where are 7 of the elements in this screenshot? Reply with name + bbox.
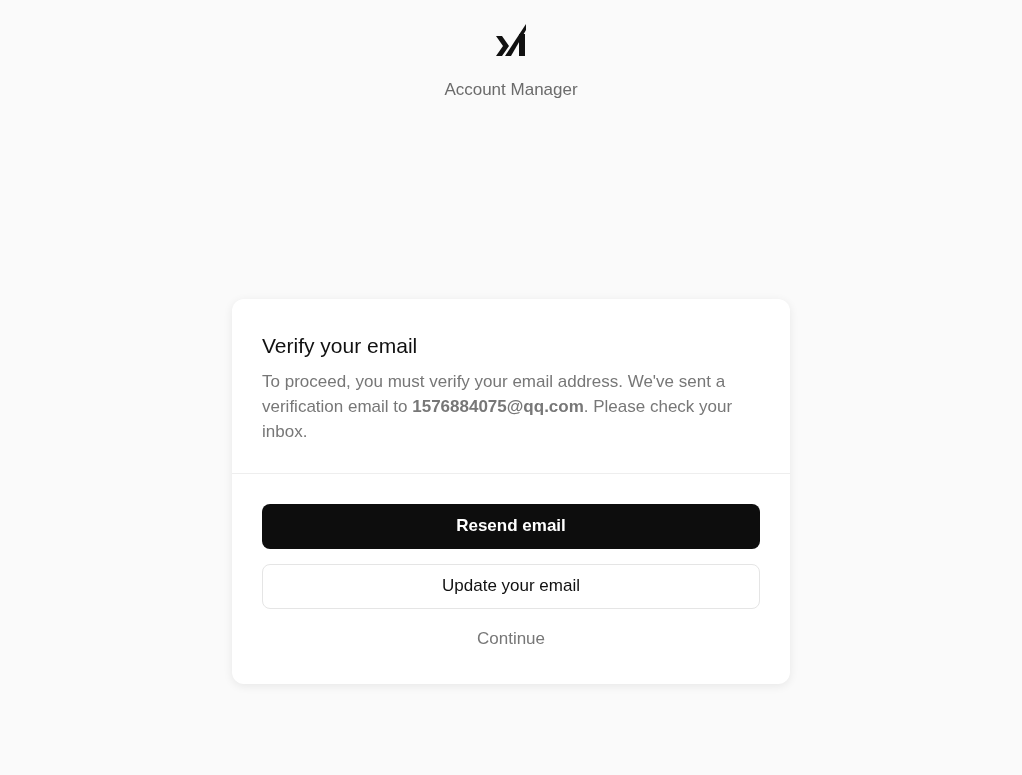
- update-email-button[interactable]: Update your email: [262, 563, 760, 609]
- resend-button[interactable]: Resend email: [262, 503, 760, 549]
- verification-message: To proceed, you must verify your email address. We've sent a verification email to 1576884075@qq.com. Please check your inbox.: [262, 370, 734, 443]
- card-title: Verify your email: [262, 332, 419, 359]
- continue-link[interactable]: Continue: [468, 623, 554, 654]
- app-subtitle: Account Manager: [444, 79, 578, 101]
- logo-icon: [496, 24, 526, 56]
